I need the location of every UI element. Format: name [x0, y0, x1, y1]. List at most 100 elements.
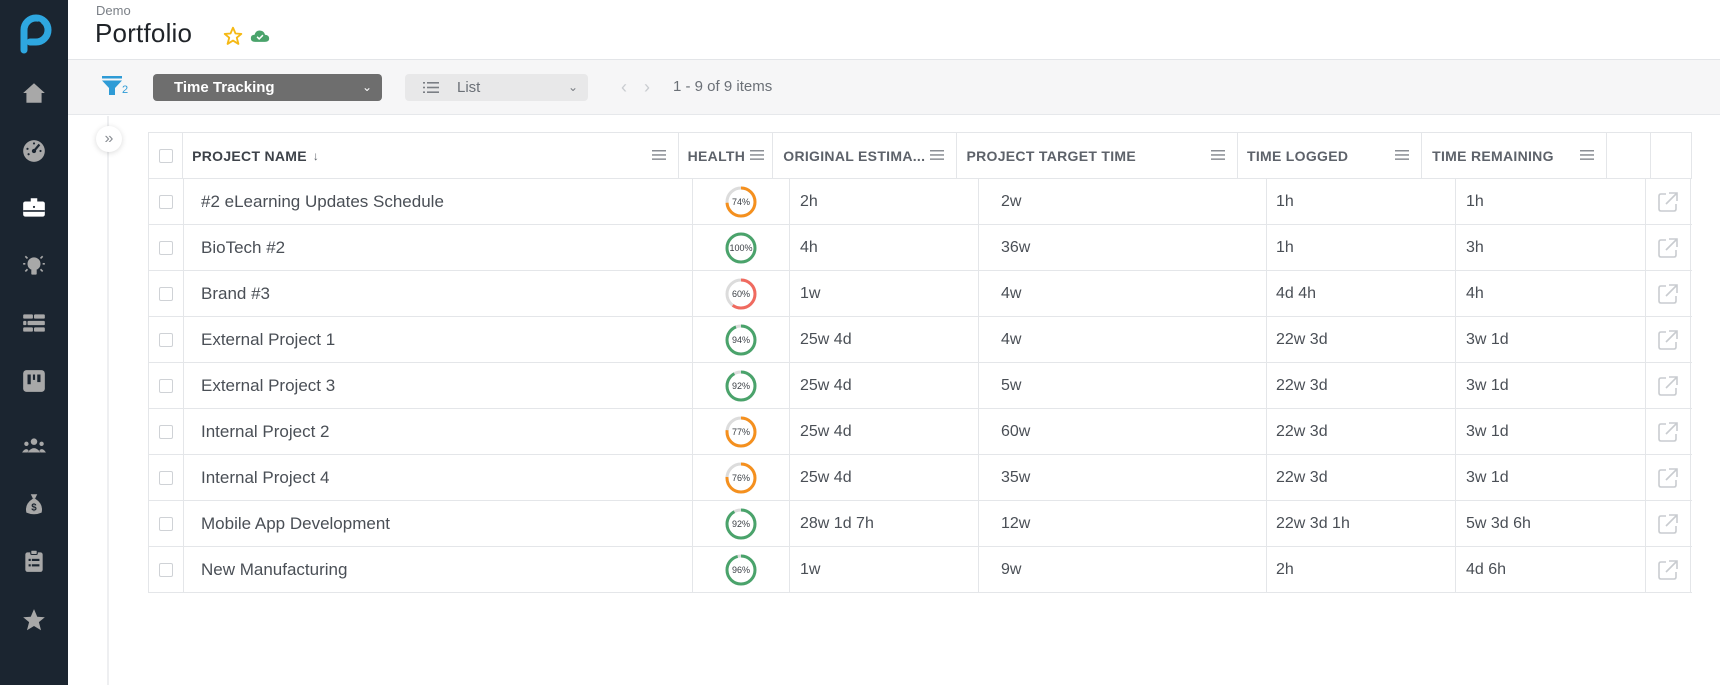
view-select[interactable]: Time Tracking ⌄: [153, 74, 382, 101]
project-name-cell[interactable]: External Project 3: [184, 363, 693, 408]
open-external-icon[interactable]: [1656, 282, 1680, 306]
sidebar-item-grid[interactable]: [14, 303, 54, 343]
row-checkbox[interactable]: [159, 516, 173, 531]
sidebar-item-portfolio[interactable]: [14, 188, 54, 228]
open-external-icon[interactable]: [1656, 420, 1680, 444]
column-menu-icon[interactable]: [651, 149, 666, 161]
column-title: HEALTH: [687, 147, 746, 164]
expand-panel-button[interactable]: »: [96, 126, 122, 152]
header-select-cell: [149, 133, 184, 178]
sidebar-item-board[interactable]: [14, 361, 54, 401]
column-menu-icon[interactable]: [750, 149, 765, 161]
column-menu-icon[interactable]: [1580, 149, 1595, 161]
home-icon: [23, 83, 45, 103]
content-area: » PROJECT NAME ↓ HEALTH ORIGINAL ESTIMA.…: [68, 116, 1720, 685]
sidebar-item-people[interactable]: [14, 426, 54, 466]
project-target-time: 9w: [1001, 560, 1022, 578]
sidebar-item-dashboard[interactable]: [14, 131, 54, 171]
health-ring: 74%: [725, 186, 757, 217]
layout-select[interactable]: List ⌄: [405, 74, 588, 101]
table-row[interactable]: Internal Project 4 76% 25w 4d 35w 22w 3d…: [149, 455, 1692, 501]
row-select-cell: [149, 409, 184, 454]
time-logged-cell: 22w 3d: [1267, 455, 1456, 500]
open-external-icon[interactable]: [1656, 558, 1680, 582]
select-all-checkbox[interactable]: [158, 148, 173, 163]
sort-descending-icon[interactable]: ↓: [313, 149, 319, 163]
sidebar-item-budget[interactable]: $: [14, 484, 54, 524]
open-external-icon[interactable]: [1656, 236, 1680, 260]
project-name-cell[interactable]: Internal Project 2: [184, 409, 693, 454]
table-row[interactable]: BioTech #2 100% 4h 36w 1h 3h: [149, 225, 1692, 271]
column-header-time-remaining[interactable]: TIME REMAINING: [1422, 133, 1608, 178]
pager-next-button[interactable]: ›: [639, 76, 655, 98]
health-cell: 76%: [693, 455, 790, 500]
table-row[interactable]: Mobile App Development 92% 28w 1d 7h 12w…: [149, 501, 1692, 547]
open-cell: [1646, 501, 1691, 546]
original-estimate-cell: 25w 4d: [790, 409, 979, 454]
row-checkbox[interactable]: [159, 470, 173, 485]
project-target-time: 4w: [1001, 330, 1022, 348]
table-row[interactable]: Brand #3 60% 1w 4w 4d 4h 4h: [149, 271, 1692, 317]
project-name-cell[interactable]: #2 eLearning Updates Schedule: [184, 179, 693, 224]
sidebar-item-ideas[interactable]: [14, 246, 54, 286]
time-remaining: 4h: [1466, 284, 1484, 302]
health-cell: 100%: [693, 225, 790, 270]
column-header-health[interactable]: HEALTH: [679, 133, 774, 178]
row-checkbox[interactable]: [159, 562, 173, 577]
time-logged: 22w 3d 1h: [1276, 514, 1350, 532]
time-logged: 22w 3d: [1276, 330, 1328, 348]
open-external-icon[interactable]: [1656, 190, 1680, 214]
column-menu-icon[interactable]: [1395, 149, 1410, 161]
column-menu-icon[interactable]: [1210, 149, 1225, 161]
pager-prev-button[interactable]: ‹: [616, 76, 632, 98]
table-row[interactable]: External Project 3 92% 25w 4d 5w 22w 3d …: [149, 363, 1692, 409]
project-name-cell[interactable]: External Project 1: [184, 317, 693, 362]
row-checkbox[interactable]: [159, 424, 173, 439]
sidebar-item-tasks[interactable]: [14, 541, 54, 581]
open-external-icon[interactable]: [1656, 374, 1680, 398]
table-row[interactable]: New Manufacturing 96% 1w 9w 2h 4d 6h: [149, 547, 1692, 593]
table-row[interactable]: #2 eLearning Updates Schedule 74% 2h 2w …: [149, 179, 1692, 225]
planview-logo[interactable]: [14, 10, 54, 54]
row-checkbox[interactable]: [159, 332, 173, 347]
row-checkbox[interactable]: [159, 240, 173, 255]
project-name-cell[interactable]: Brand #3: [184, 271, 693, 316]
project-name-cell[interactable]: New Manufacturing: [184, 547, 693, 592]
project-name-cell[interactable]: Mobile App Development: [184, 501, 693, 546]
grid-body: #2 eLearning Updates Schedule 74% 2h 2w …: [149, 179, 1692, 593]
row-select-cell: [149, 317, 184, 362]
health-label: 100%: [729, 243, 752, 253]
time-logged: 22w 3d: [1276, 376, 1328, 394]
open-external-icon[interactable]: [1656, 466, 1680, 490]
page-header: Demo Portfolio: [68, 0, 1720, 60]
column-header-original-estimate[interactable]: ORIGINAL ESTIMA...: [773, 133, 958, 178]
row-checkbox[interactable]: [159, 378, 173, 393]
table-row[interactable]: Internal Project 2 77% 25w 4d 60w 22w 3d…: [149, 409, 1692, 455]
time-remaining-cell: 4d 6h: [1456, 547, 1646, 592]
view-select-label: Time Tracking: [174, 79, 275, 96]
sidebar-item-favorites[interactable]: [14, 600, 54, 640]
row-checkbox[interactable]: [159, 286, 173, 301]
project-name: Brand #3: [201, 283, 270, 303]
open-external-icon[interactable]: [1656, 328, 1680, 352]
column-header-project-target-time[interactable]: PROJECT TARGET TIME: [957, 133, 1238, 178]
table-row[interactable]: External Project 1 94% 25w 4d 4w 22w 3d …: [149, 317, 1692, 363]
time-logged-cell: 1h: [1267, 225, 1456, 270]
breadcrumb[interactable]: Demo: [96, 3, 131, 18]
sidebar-item-home[interactable]: [14, 73, 54, 113]
column-header-project-name[interactable]: PROJECT NAME ↓: [183, 133, 679, 178]
project-name-cell[interactable]: BioTech #2: [184, 225, 693, 270]
column-menu-icon[interactable]: [930, 149, 945, 161]
time-remaining: 4d 6h: [1466, 560, 1507, 578]
original-estimate: 25w 4d: [800, 468, 852, 486]
health-cell: 60%: [693, 271, 790, 316]
project-name-cell[interactable]: Internal Project 4: [184, 455, 693, 500]
row-select-cell: [149, 547, 184, 592]
open-external-icon[interactable]: [1656, 512, 1680, 536]
time-remaining-cell: 1h: [1456, 179, 1646, 224]
row-checkbox[interactable]: [159, 194, 173, 209]
column-header-time-logged[interactable]: TIME LOGGED: [1238, 133, 1423, 178]
health-ring: 94%: [725, 324, 757, 355]
original-estimate-cell: 25w 4d: [790, 317, 979, 362]
favorite-star-icon[interactable]: [223, 26, 243, 46]
